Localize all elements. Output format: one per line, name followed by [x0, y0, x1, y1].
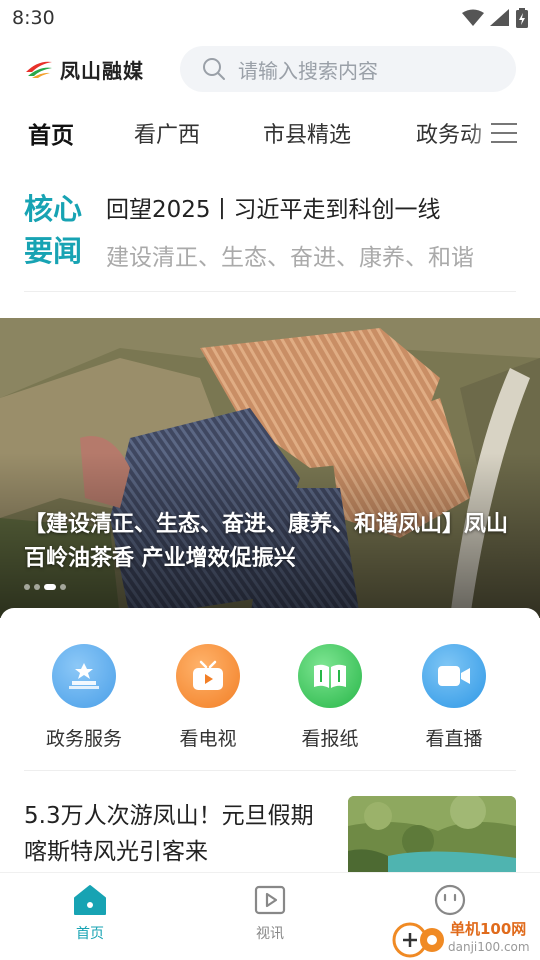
core-news-label: 核心 要闻: [24, 188, 94, 272]
nav-home-label: 首页: [76, 926, 104, 942]
channel-tabs: 首页 看广西 市县精选 政务动: [0, 104, 540, 162]
tab-guangxi[interactable]: 看广西: [134, 117, 200, 149]
core-news-block[interactable]: 核心 要闻 回望2025丨习近平走到科创一线 建设清正、生态、奋进、康养、和谐: [24, 180, 516, 292]
article-thumbnail: [348, 796, 516, 876]
wifi-icon: [462, 9, 484, 26]
banner-dot[interactable]: [34, 584, 40, 590]
section-divider: [24, 770, 516, 771]
article-title: 5.3万人次游凤山！元旦假期喀斯特风光引客来: [24, 803, 314, 865]
banner-pagination: [24, 584, 66, 590]
app-header: 凤山融媒 请输入搜索内容: [0, 44, 540, 94]
service-label: 看电视: [179, 728, 237, 750]
home-icon: [74, 885, 106, 915]
featured-banner[interactable]: 【建设清正、生态、奋进、康养、和谐凤山】凤山百岭油茶香 产业增效促振兴: [0, 318, 540, 618]
service-government[interactable]: 政务服务: [24, 644, 144, 751]
core-news-label-line2: 要闻: [24, 234, 83, 268]
newspaper-icon: [298, 644, 362, 708]
service-newspaper[interactable]: 看报纸: [270, 644, 390, 751]
search-placeholder: 请输入搜索内容: [238, 58, 378, 83]
service-live[interactable]: 看直播: [394, 644, 514, 751]
status-bar: 8:30: [0, 0, 540, 36]
menu-icon: [491, 123, 517, 143]
site-watermark: 单机100网 danji100.com: [388, 914, 540, 960]
logo-mark-icon: [26, 61, 52, 78]
service-label: 看报纸: [301, 728, 359, 750]
app-logo[interactable]: 凤山融媒: [24, 55, 174, 84]
watermark-url: danji100.com: [448, 940, 530, 954]
signal-icon: [490, 9, 509, 26]
watermark-logo-icon: [392, 922, 444, 958]
tab-menu-button[interactable]: [468, 104, 540, 162]
app-name: 凤山融媒: [60, 58, 144, 83]
banner-dot[interactable]: [24, 584, 30, 590]
banner-caption: 【建设清正、生态、奋进、康养、和谐凤山】凤山百岭油茶香 产业增效促振兴: [24, 512, 509, 571]
search-icon: [203, 58, 225, 80]
banner-dot-active[interactable]: [44, 584, 56, 590]
service-label: 政务服务: [45, 728, 122, 750]
status-icons: [462, 8, 528, 28]
government-service-icon: [52, 644, 116, 708]
tab-home[interactable]: 首页: [28, 116, 74, 150]
tv-icon: [176, 644, 240, 708]
smiley-icon: [434, 884, 466, 916]
watermark-name: 单机100网: [450, 920, 527, 938]
core-news-subline[interactable]: 建设清正、生态、奋进、康养、和谐: [106, 238, 516, 272]
core-news-headline[interactable]: 回望2025丨习近平走到科创一线: [106, 190, 441, 224]
video-icon: [254, 885, 286, 915]
nav-home[interactable]: 首页: [40, 883, 140, 943]
article-list-item[interactable]: 5.3万人次游凤山！元旦假期喀斯特风光引客来: [24, 794, 516, 876]
core-news-label-line1: 核心: [24, 192, 83, 226]
battery-icon: [516, 8, 528, 28]
service-tv[interactable]: 看电视: [148, 644, 268, 751]
live-camera-icon: [422, 644, 486, 708]
search-bar[interactable]: 请输入搜索内容: [180, 46, 516, 92]
status-time: 8:30: [12, 7, 55, 29]
service-label: 看直播: [425, 728, 483, 750]
nav-video-label: 视讯: [256, 926, 284, 942]
banner-dot[interactable]: [60, 584, 66, 590]
tab-county-picks[interactable]: 市县精选: [263, 117, 351, 149]
nav-video[interactable]: 视讯: [220, 883, 320, 943]
